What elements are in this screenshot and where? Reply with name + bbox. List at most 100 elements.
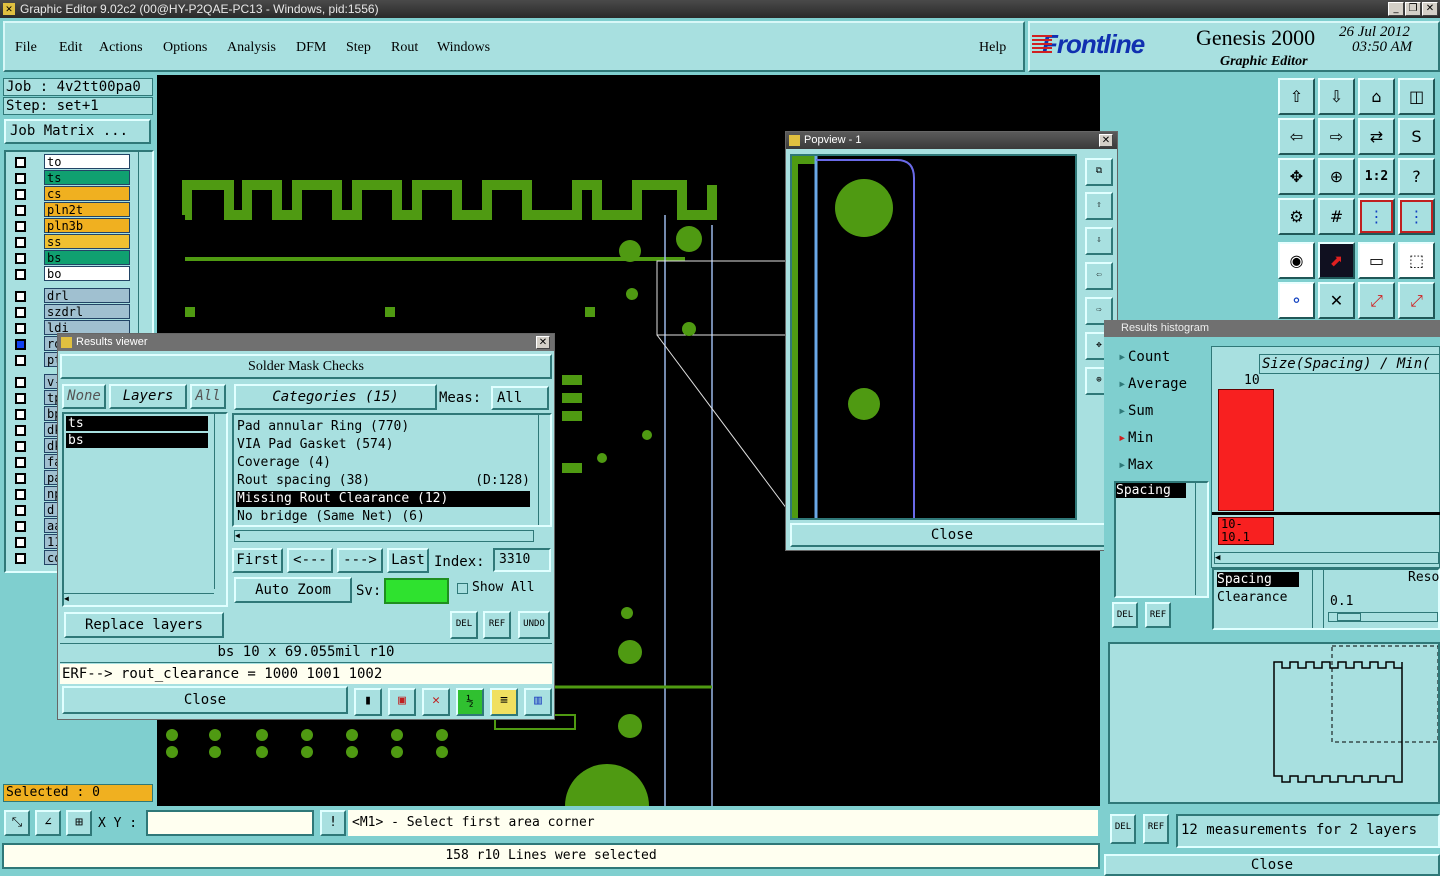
histogram-close-button[interactable]: Close: [1104, 854, 1440, 876]
layer-name[interactable]: drl: [44, 288, 130, 303]
popview-close-button[interactable]: Close: [790, 523, 1114, 547]
rv-tool-3-icon[interactable]: ✕: [422, 688, 450, 716]
layer-checkbox[interactable]: [15, 237, 26, 248]
help-icon[interactable]: ?: [1398, 158, 1435, 195]
pan-right-icon[interactable]: ⇨: [1318, 118, 1355, 155]
layer-row[interactable]: pln2t: [12, 202, 130, 218]
center-icon[interactable]: ⊕: [1318, 158, 1355, 195]
histogram-option[interactable]: ▸ Min: [1118, 427, 1210, 449]
rv-del-button[interactable]: DEL: [450, 611, 478, 639]
first-button[interactable]: First: [232, 548, 283, 573]
menu-step[interactable]: Step: [346, 40, 371, 56]
histogram-option[interactable]: ▸ Max: [1118, 454, 1210, 476]
layer-name[interactable]: bo: [44, 266, 130, 281]
layer-row[interactable]: cs: [12, 186, 130, 202]
layer-list-vscroll[interactable]: [214, 414, 226, 589]
results-viewer-close-x[interactable]: ✕: [536, 336, 550, 349]
layer-row[interactable]: ss: [12, 234, 130, 250]
rv-undo-button[interactable]: UNDO: [518, 611, 550, 639]
layer-row[interactable]: bs: [12, 250, 130, 266]
menu-file[interactable]: File: [15, 40, 37, 56]
fit-icon[interactable]: ✥: [1278, 158, 1315, 195]
layer-row[interactable]: pln3b: [12, 218, 130, 234]
categories-tab[interactable]: Categories (15): [234, 384, 437, 410]
layer-checkbox[interactable]: [15, 441, 26, 452]
show-all-checkbox[interactable]: [457, 583, 468, 594]
scale-1-2-icon[interactable]: 1:2: [1358, 158, 1395, 195]
snap-icon[interactable]: ⋮: [1358, 198, 1395, 235]
menu-rout[interactable]: Rout: [391, 40, 418, 56]
layer-checkbox[interactable]: [15, 489, 26, 500]
pv-down-icon[interactable]: ⇩: [1085, 227, 1113, 255]
resize-icon[interactable]: ⤡: [4, 810, 30, 836]
rv-tool-1-icon[interactable]: ▮: [354, 688, 382, 716]
histogram-list[interactable]: Spacing: [1114, 481, 1209, 598]
layer-results-list[interactable]: ts bs ◀: [62, 412, 228, 607]
category-item[interactable]: Missing Rout Clearance (12): [236, 491, 530, 507]
layer-checkbox[interactable]: [15, 409, 26, 420]
layer-checkbox[interactable]: [15, 393, 26, 404]
category-item[interactable]: Pad annular Ring (770): [236, 419, 530, 435]
layer-checkbox[interactable]: [15, 307, 26, 318]
layer-name[interactable]: to: [44, 154, 130, 169]
menu-edit[interactable]: Edit: [59, 40, 82, 56]
redraw-icon[interactable]: S: [1398, 118, 1435, 155]
auto-zoom-menu[interactable]: Auto Zoom: [234, 577, 352, 603]
measure-spacing[interactable]: Spacing: [1217, 572, 1299, 587]
info-icon[interactable]: !: [320, 810, 346, 836]
pv-left-icon[interactable]: ⇦: [1085, 262, 1113, 290]
angle-icon[interactable]: ∠: [35, 810, 61, 836]
layer-checkbox[interactable]: [15, 291, 26, 302]
layer-checkbox[interactable]: [15, 221, 26, 232]
resolution-slider[interactable]: [1328, 612, 1438, 622]
layer-name[interactable]: pln3b: [44, 218, 130, 233]
all-button[interactable]: All: [190, 384, 226, 409]
pv-zoom-icon[interactable]: ⧉: [1085, 158, 1113, 186]
select-icon[interactable]: ◉: [1278, 242, 1315, 279]
preview-ref-button[interactable]: REF: [1143, 814, 1169, 844]
layer-checkbox[interactable]: [15, 377, 26, 388]
xy-input[interactable]: [146, 810, 314, 836]
zoom-down-icon[interactable]: ⇩: [1318, 78, 1355, 115]
grid-toggle-icon[interactable]: ⊞: [66, 810, 92, 836]
layer-checkbox[interactable]: [15, 425, 26, 436]
layer-checkbox[interactable]: [15, 537, 26, 548]
grid-icon[interactable]: #: [1318, 198, 1355, 235]
index-input[interactable]: 3310: [493, 548, 551, 572]
rv-tool-5-icon[interactable]: ≡: [490, 688, 518, 716]
close-window-button[interactable]: ✕: [1422, 2, 1438, 16]
draw-icon[interactable]: ⬈: [1318, 242, 1355, 279]
menu-help[interactable]: Help: [979, 40, 1006, 56]
results-viewer-close-button[interactable]: Close: [62, 686, 348, 714]
pv-up-icon[interactable]: ⇧: [1085, 192, 1113, 220]
measure-scroll[interactable]: [1312, 570, 1324, 628]
layer-name[interactable]: ss: [44, 234, 130, 249]
none-button[interactable]: None: [62, 384, 106, 409]
histogram-option[interactable]: ▸ Sum: [1118, 400, 1210, 422]
zoom-home-icon[interactable]: ⇧: [1278, 78, 1315, 115]
layer-checkbox[interactable]: [15, 355, 26, 366]
rv-histogram-icon[interactable]: ▥: [524, 688, 552, 716]
layer-checkbox[interactable]: [15, 323, 26, 334]
layer-name[interactable]: bs: [44, 250, 130, 265]
job-matrix-button[interactable]: Job Matrix ...: [4, 119, 151, 144]
layer-row[interactable]: drl: [12, 288, 130, 304]
category-item[interactable]: Rout spacing (38) (D:128): [236, 473, 530, 489]
layer-checkbox[interactable]: [15, 189, 26, 200]
settings-icon[interactable]: ⚙: [1278, 198, 1315, 235]
histogram-hscroll[interactable]: ◀: [1214, 552, 1439, 564]
last-button[interactable]: Last: [387, 548, 429, 573]
minimize-button[interactable]: _: [1388, 2, 1404, 16]
category-item[interactable]: Coverage (4): [236, 455, 530, 471]
home-icon[interactable]: ⌂: [1358, 78, 1395, 115]
result-layer-ts[interactable]: ts: [66, 416, 208, 431]
measure-clearance[interactable]: Clearance: [1217, 590, 1287, 605]
layer-checkbox[interactable]: [15, 553, 26, 564]
layer-row[interactable]: bo: [12, 266, 130, 282]
split-view-icon[interactable]: ◫: [1398, 78, 1435, 115]
dashed-select-icon[interactable]: ⬚: [1398, 242, 1435, 279]
layer-checkbox[interactable]: [15, 173, 26, 184]
histogram-list-item[interactable]: Spacing: [1116, 483, 1186, 498]
preview-del-button[interactable]: DEL: [1110, 814, 1136, 844]
layer-checkbox[interactable]: [15, 269, 26, 280]
